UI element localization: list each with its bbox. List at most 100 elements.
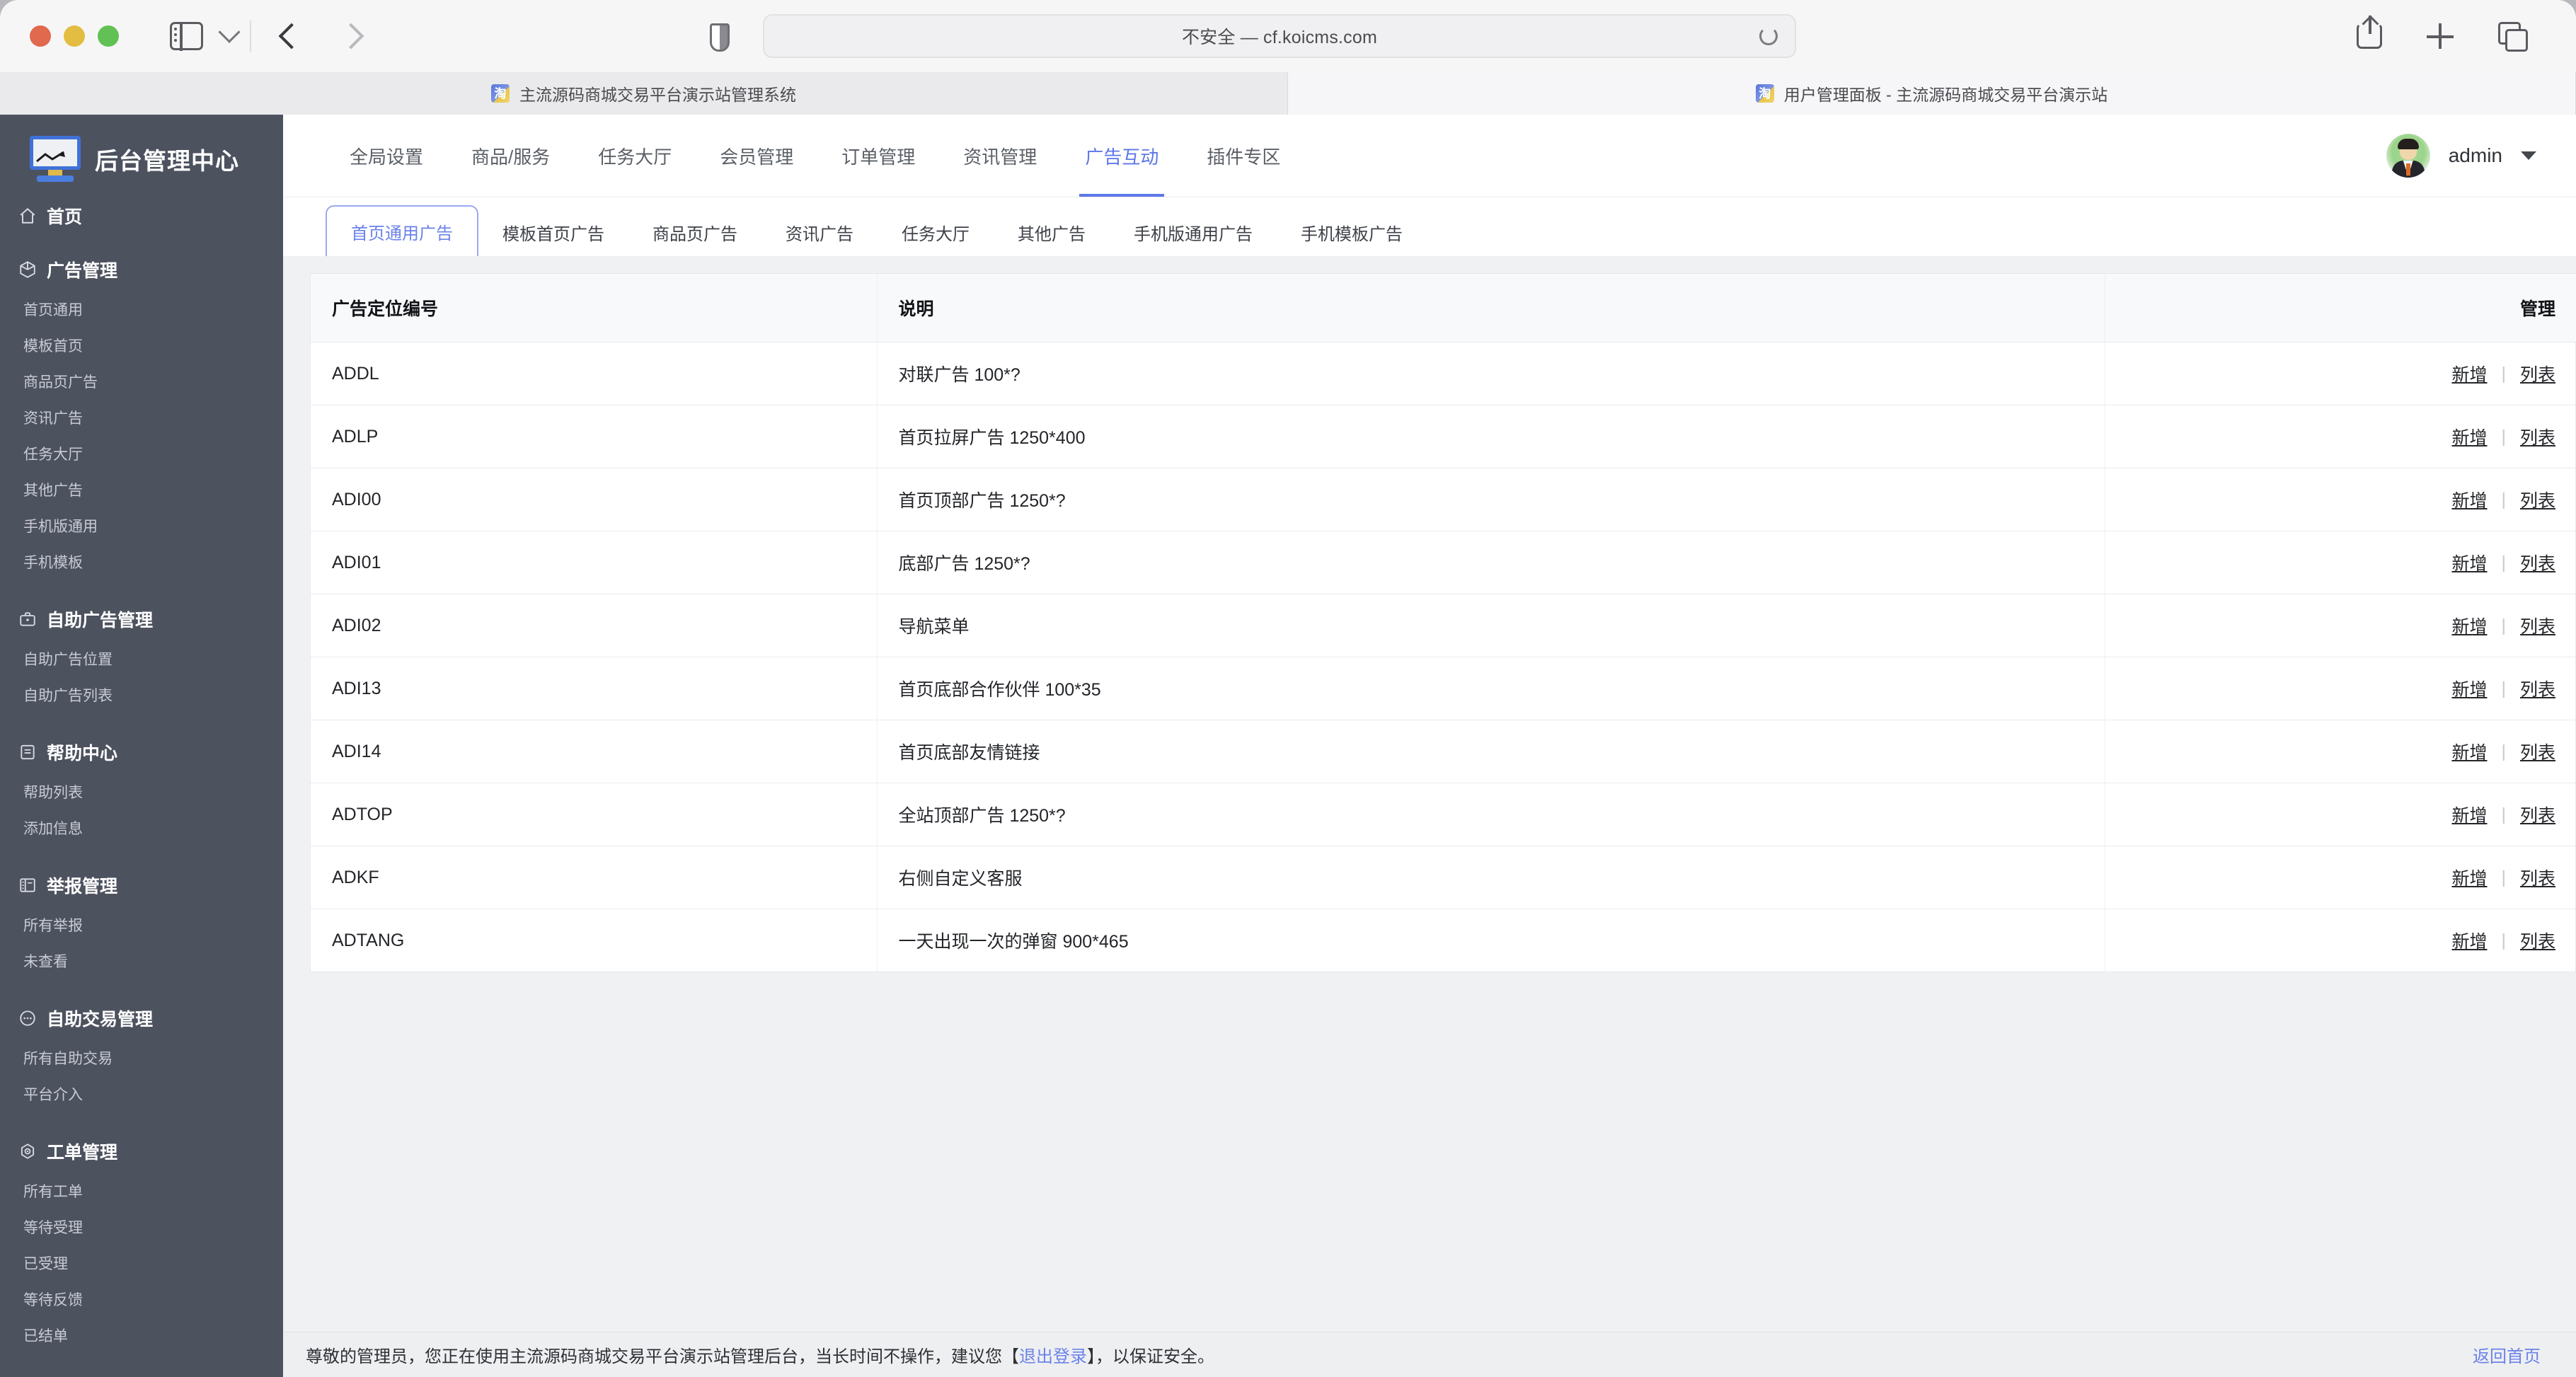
nav-item-0[interactable]: 全局设置 [326, 115, 447, 197]
return-home-link[interactable]: 返回首页 [2473, 1342, 2541, 1367]
cell-manage: 新增 | 列表 [2105, 342, 2576, 405]
sidebar-link-ads-2[interactable]: 商品页广告 [20, 365, 158, 401]
list-link[interactable]: 列表 [2520, 865, 2555, 890]
chat-icon [20, 1010, 35, 1026]
sidebar-link-ticket-4[interactable]: 已结单 [20, 1319, 158, 1355]
sidebar-section-trade-header[interactable]: 自助交易管理 [0, 1002, 283, 1035]
add-link[interactable]: 新增 [2451, 487, 2487, 512]
chevron-down-icon[interactable] [2521, 151, 2536, 160]
sidebar-section-ticket-header[interactable]: 工单管理 [0, 1135, 283, 1168]
add-link[interactable]: 新增 [2451, 613, 2487, 638]
row-actions: 新增 | 列表 [2127, 361, 2555, 386]
row-actions: 新增 | 列表 [2127, 928, 2555, 953]
add-link[interactable]: 新增 [2451, 802, 2487, 827]
sidebar-toggle-icon[interactable] [170, 21, 203, 51]
sidebar-link-ticket-2[interactable]: 已受理 [20, 1247, 158, 1283]
sidebar-section-ads: 广告管理 首页通用 模板首页 商品页广告 资讯广告 任务大厅 其他广告 手机版通… [0, 253, 283, 582]
sidebar-link-ticket-0[interactable]: 所有工单 [20, 1175, 158, 1211]
nav-item-2[interactable]: 任务大厅 [574, 115, 696, 197]
nav-item-3[interactable]: 会员管理 [696, 115, 817, 197]
browser-tab-1[interactable]: 淘 主流源码商城交易平台演示站管理系统 [0, 72, 1288, 115]
list-link[interactable]: 列表 [2520, 550, 2555, 575]
tab-overview-icon[interactable] [2498, 22, 2528, 52]
list-link[interactable]: 列表 [2520, 487, 2555, 512]
tab-3[interactable]: 资讯广告 [761, 208, 878, 256]
minimize-window-button[interactable] [64, 25, 85, 47]
sidebar-link-trade-0[interactable]: 所有自助交易 [20, 1042, 158, 1078]
sidebar-link-ads-7[interactable]: 手机模板 [20, 546, 158, 582]
nav-item-1[interactable]: 商品/服务 [447, 115, 574, 197]
chevron-down-icon[interactable] [218, 21, 241, 43]
sidebar-link-help-0[interactable]: 帮助列表 [20, 776, 158, 812]
list-link[interactable]: 列表 [2520, 802, 2555, 827]
cell-manage: 新增 | 列表 [2105, 405, 2576, 468]
add-link[interactable]: 新增 [2451, 865, 2487, 890]
add-link[interactable]: 新增 [2451, 361, 2487, 386]
sidebar-link-ads-3[interactable]: 资讯广告 [20, 401, 158, 437]
sidebar-link-report-1[interactable]: 未查看 [20, 945, 158, 981]
sidebar-section-help-header[interactable]: 帮助中心 [0, 736, 283, 768]
nav-item-5[interactable]: 资讯管理 [939, 115, 1061, 197]
sidebar-section-ads-header[interactable]: 广告管理 [0, 253, 283, 286]
tab-2[interactable]: 商品页广告 [628, 208, 761, 256]
tab-0[interactable]: 首页通用广告 [326, 205, 478, 256]
action-separator: | [2501, 804, 2506, 824]
tab-5[interactable]: 其他广告 [994, 208, 1110, 256]
shield-icon[interactable] [710, 23, 730, 52]
sidebar-link-selfads-0[interactable]: 自助广告位置 [20, 643, 158, 679]
sidebar-link-help-1[interactable]: 添加信息 [20, 812, 158, 848]
list-link[interactable]: 列表 [2520, 613, 2555, 638]
sidebar-link-ads-5[interactable]: 其他广告 [20, 473, 158, 509]
back-arrow-icon[interactable] [278, 23, 305, 50]
column-header-code: 广告定位编号 [311, 274, 878, 342]
tab-6[interactable]: 手机版通用广告 [1110, 208, 1277, 256]
sidebar-section-report-header[interactable]: 举报管理 [0, 869, 283, 901]
close-window-button[interactable] [30, 25, 51, 47]
sidebar-link-ads-4[interactable]: 任务大厅 [20, 437, 158, 473]
nav-item-6[interactable]: 广告互动 [1061, 115, 1183, 197]
list-link[interactable]: 列表 [2520, 676, 2555, 701]
new-tab-icon[interactable] [2426, 22, 2454, 50]
action-separator: | [2501, 552, 2506, 572]
sidebar-section-selfads-header[interactable]: 自助广告管理 [0, 603, 283, 635]
list-link[interactable]: 列表 [2520, 739, 2555, 764]
user-menu[interactable]: admin [2386, 134, 2536, 178]
row-actions: 新增 | 列表 [2127, 676, 2555, 701]
sidebar-link-trade-1[interactable]: 平台介入 [20, 1078, 158, 1114]
maximize-window-button[interactable] [98, 25, 119, 47]
list-link[interactable]: 列表 [2520, 361, 2555, 386]
add-link[interactable]: 新增 [2451, 928, 2487, 953]
add-link[interactable]: 新增 [2451, 739, 2487, 764]
row-actions: 新增 | 列表 [2127, 739, 2555, 764]
briefcase-icon [20, 612, 35, 626]
cell-code: ADI02 [311, 594, 878, 657]
add-link[interactable]: 新增 [2451, 550, 2487, 575]
action-separator: | [2501, 615, 2506, 635]
add-link[interactable]: 新增 [2451, 424, 2487, 449]
sidebar-link-ads-6[interactable]: 手机版通用 [20, 509, 158, 546]
list-link[interactable]: 列表 [2520, 424, 2555, 449]
address-bar[interactable]: 不安全 — cf.koicms.com [763, 14, 1796, 58]
list-link[interactable]: 列表 [2520, 928, 2555, 953]
nav-item-4[interactable]: 订单管理 [817, 115, 939, 197]
forward-arrow-icon[interactable] [338, 23, 364, 50]
sidebar-item-home[interactable]: 首页 [0, 200, 283, 232]
logout-link[interactable]: 退出登录 [1019, 1347, 1087, 1366]
tab-7[interactable]: 手机模板广告 [1277, 208, 1427, 256]
sidebar-link-report-0[interactable]: 所有举报 [20, 909, 158, 945]
table-row: ADI02 导航菜单 新增 | 列表 [311, 594, 2576, 657]
reload-icon[interactable] [1759, 27, 1778, 45]
tab-4[interactable]: 任务大厅 [878, 208, 994, 256]
cell-desc: 对联广告 100*? [877, 342, 2105, 405]
sidebar-link-ads-1[interactable]: 模板首页 [20, 329, 158, 365]
sidebar-link-ticket-3[interactable]: 等待反馈 [20, 1283, 158, 1319]
sidebar-link-selfads-1[interactable]: 自助广告列表 [20, 679, 158, 715]
browser-tab-2[interactable]: 淘 用户管理面板 - 主流源码商城交易平台演示站 [1288, 72, 2576, 115]
share-icon[interactable] [2357, 16, 2382, 49]
browser-tab-strip: 淘 主流源码商城交易平台演示站管理系统 淘 用户管理面板 - 主流源码商城交易平… [0, 72, 2576, 115]
tab-1[interactable]: 模板首页广告 [478, 208, 628, 256]
sidebar-link-ads-0[interactable]: 首页通用 [20, 293, 158, 329]
add-link[interactable]: 新增 [2451, 676, 2487, 701]
sidebar-link-ticket-1[interactable]: 等待受理 [20, 1211, 158, 1247]
nav-item-7[interactable]: 插件专区 [1183, 115, 1304, 197]
